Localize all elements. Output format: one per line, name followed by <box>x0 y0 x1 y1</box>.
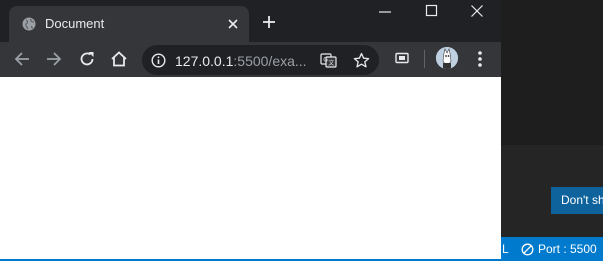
avatar-image <box>436 47 458 69</box>
extension-icon[interactable] <box>394 50 410 66</box>
url-path: :5500/exa... <box>233 53 307 69</box>
url-host: 127.0.0.1 <box>175 53 234 69</box>
toolbar-divider <box>424 50 425 68</box>
star-icon[interactable] <box>353 52 370 69</box>
reload-icon[interactable] <box>78 50 96 68</box>
info-icon[interactable] <box>151 53 166 68</box>
kebab-menu-icon[interactable] <box>474 50 486 68</box>
close-tab-icon[interactable] <box>225 16 241 32</box>
dont-show-again-button[interactable]: Don't sh <box>551 187 603 214</box>
browser-toolbar: 127.0.0.1:5500/exa... G 文 <box>0 42 501 77</box>
forward-arrow-icon[interactable] <box>45 50 63 68</box>
profile-avatar[interactable] <box>436 47 458 69</box>
translate-icon[interactable]: G 文 <box>320 52 337 69</box>
port-label: Port : 5500 <box>538 242 597 256</box>
browser-titlebar: Document <box>0 0 501 42</box>
address-url: 127.0.0.1:5500/exa... <box>175 53 310 69</box>
status-item-fragment[interactable]: L <box>502 242 509 256</box>
close-window-icon[interactable] <box>470 4 484 18</box>
tab-title: Document <box>45 16 105 31</box>
svg-text:文: 文 <box>328 59 334 67</box>
new-tab-icon[interactable] <box>261 14 277 30</box>
browser-tab[interactable]: Document <box>9 6 249 42</box>
minimize-icon[interactable] <box>378 4 392 18</box>
live-server-port-item[interactable]: Port : 5500 <box>521 242 597 256</box>
maximize-icon[interactable] <box>425 4 439 18</box>
page-content <box>0 77 501 259</box>
globe-icon <box>22 17 36 31</box>
back-arrow-icon[interactable] <box>13 50 31 68</box>
address-bar[interactable]: 127.0.0.1:5500/exa... G 文 <box>142 45 379 75</box>
browser-window: Document 127.0.0.1:5500/exa... G 文 <box>0 0 501 259</box>
home-icon[interactable] <box>110 50 128 68</box>
no-entry-icon <box>521 243 534 255</box>
